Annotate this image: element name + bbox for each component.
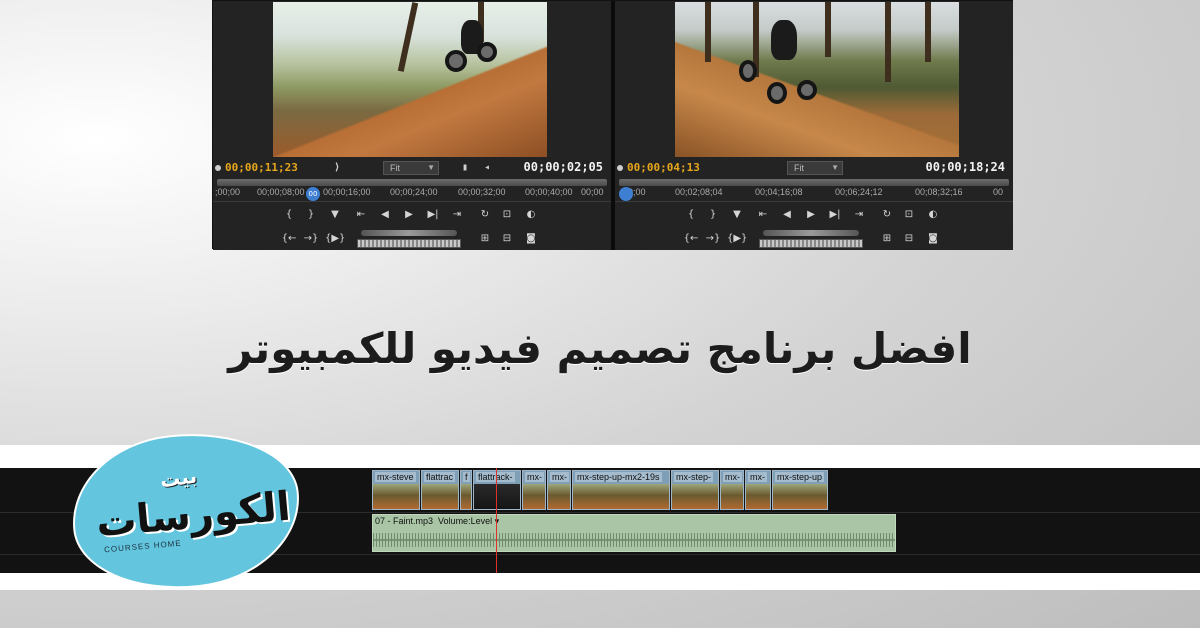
source-zoom-select[interactable]: Fit ▼ — [383, 161, 439, 175]
ruler-tick: 00;00;32;00 — [458, 187, 506, 197]
shuttle-slider[interactable] — [361, 230, 457, 236]
source-settings-icon[interactable]: ⟩ — [331, 161, 343, 174]
program-time-ruler[interactable]: 00;00 00;02;08;04 00;04;16;08 00;06;24;1… — [615, 186, 1013, 202]
jog-disk[interactable] — [357, 239, 461, 248]
source-playhead[interactable]: 00 — [306, 187, 320, 201]
go-to-previous-marker-icon[interactable]: {← — [279, 230, 299, 248]
program-zoom-value: Fit — [794, 163, 804, 173]
chevron-down-icon: ▼ — [831, 163, 839, 172]
camera-icon[interactable]: ◙ — [923, 230, 943, 248]
play-in-to-out-icon[interactable]: {▶} — [325, 230, 345, 248]
extract-icon[interactable]: ⊟ — [899, 230, 919, 248]
mark-out-icon[interactable]: } — [301, 206, 321, 224]
go-to-previous-edit-icon[interactable]: {← — [681, 230, 701, 248]
ruler-tick: ;00;00 — [215, 187, 241, 197]
add-marker-icon[interactable]: ▼ — [325, 206, 345, 224]
source-duration-timecode: 00;00;02;05 — [523, 160, 603, 174]
insert-icon[interactable]: ⊞ — [475, 230, 495, 248]
video-clip[interactable]: mx- — [745, 470, 771, 510]
ruler-tick: 00;00;16;00 — [323, 187, 371, 197]
video-clip[interactable]: mx-step-up — [772, 470, 828, 510]
shuttle-slider[interactable] — [763, 230, 859, 236]
loop-icon[interactable]: ↻ — [475, 206, 495, 224]
add-marker-icon[interactable]: ▼ — [727, 206, 747, 224]
mark-out-icon[interactable]: } — [703, 206, 723, 224]
mark-in-icon[interactable]: { — [681, 206, 701, 224]
source-video-frame — [273, 2, 547, 157]
ruler-tick: 00;04;16;08 — [755, 187, 803, 197]
play-in-to-out-icon[interactable]: {▶} — [727, 230, 747, 248]
go-to-next-marker-icon[interactable]: →} — [301, 230, 321, 248]
program-marker-dot[interactable] — [617, 165, 623, 171]
logo-top-text: بيت — [158, 463, 199, 493]
program-zoom-select[interactable]: Fit ▼ — [787, 161, 843, 175]
ruler-tick: 00;00;40;00 — [525, 187, 573, 197]
mark-in-icon[interactable]: { — [279, 206, 299, 224]
go-to-next-edit-icon[interactable]: →} — [703, 230, 723, 248]
output-icon[interactable]: ◐ — [521, 206, 541, 224]
step-forward-icon[interactable]: ▶| — [423, 206, 443, 224]
ruler-tick: 00;02;08;04 — [675, 187, 723, 197]
go-to-in-icon[interactable]: ⇤ — [753, 206, 773, 224]
video-clip[interactable]: flattrac — [421, 470, 459, 510]
video-clip[interactable]: mx-step- — [671, 470, 719, 510]
go-to-in-icon[interactable]: ⇤ — [351, 206, 371, 224]
source-monitor: 00;00;11;23 ⟩ Fit ▼ ▮ ◂ 00;00;02;05 ;00;… — [213, 1, 611, 250]
audio-clip-label: 07 - Faint.mp3 Volume:Level ▾ — [375, 516, 500, 526]
source-zoom-value: Fit — [390, 163, 400, 173]
loop-icon[interactable]: ↻ — [877, 206, 897, 224]
video-clip[interactable]: mx- — [547, 470, 571, 510]
step-back-icon[interactable]: ◀ — [375, 206, 395, 224]
chevron-down-icon: ▼ — [427, 163, 435, 172]
ruler-tick: 00;00;24;00 — [390, 187, 438, 197]
program-current-timecode[interactable]: 00;00;04;13 — [627, 161, 700, 174]
jog-disk[interactable] — [759, 239, 863, 248]
ruler-tick: 00 — [993, 187, 1004, 197]
timeline-playhead[interactable] — [496, 468, 497, 573]
step-forward-icon[interactable]: ▶| — [825, 206, 845, 224]
source-time-ruler[interactable]: ;00;00 00;00;08;00 00;00;16;00 00;00;24;… — [213, 186, 611, 202]
volume-level-dropdown[interactable]: Volume:Level ▾ — [438, 516, 499, 526]
safe-margins-icon[interactable]: ⊡ — [899, 206, 919, 224]
safe-margins-icon[interactable]: ⊡ — [497, 206, 517, 224]
audio-speaker-icon[interactable]: ◂ — [481, 161, 493, 174]
step-back-icon[interactable]: ◀ — [777, 206, 797, 224]
program-video-frame — [675, 2, 959, 157]
video-clip[interactable]: flattrack- — [473, 470, 521, 510]
program-duration-timecode: 00;00;18;24 — [925, 160, 1005, 174]
video-clip[interactable]: mx- — [720, 470, 744, 510]
ruler-tick: 00;00 — [581, 187, 604, 197]
ruler-tick: 00;00;08;00 — [257, 187, 305, 197]
ruler-tick: 00;06;24;12 — [835, 187, 883, 197]
source-marker-dot[interactable] — [215, 165, 221, 171]
video-clip[interactable]: mx- — [522, 470, 546, 510]
source-transport-controls: { } ▼ ⇤ ◀ ▶ ▶| ⇥ ↻ ⊡ ◐ {← →} {▶} ⊞ ⊟ ◙ — [275, 204, 555, 250]
play-icon[interactable]: ▶ — [399, 206, 419, 224]
page-title: افضل برنامج تصميم فيديو للكمبيوتر — [228, 324, 972, 373]
program-zoom-scrollbar[interactable] — [619, 179, 1009, 186]
audio-waveform — [373, 533, 895, 547]
video-clip[interactable]: mx-step-up-mx2-19s — [572, 470, 670, 510]
ruler-tick: 00;08;32;16 — [915, 187, 963, 197]
program-monitor: 00;00;04;13 Fit ▼ 00;00;18;24 00;00 00;0… — [615, 1, 1013, 250]
video-clip[interactable]: mx-steve — [372, 470, 420, 510]
editor-monitors-panel: 00;00;11;23 ⟩ Fit ▼ ▮ ◂ 00;00;02;05 ;00;… — [212, 0, 1013, 250]
overlay-icon[interactable]: ⊟ — [497, 230, 517, 248]
source-current-timecode[interactable]: 00;00;11;23 — [225, 161, 298, 174]
program-transport-controls: { } ▼ ⇤ ◀ ▶ ▶| ⇥ ↻ ⊡ ◐ {← →} {▶} ⊞ ⊟ ◙ — [677, 204, 957, 250]
play-icon[interactable]: ▶ — [801, 206, 821, 224]
video-clip[interactable]: f — [460, 470, 472, 510]
program-playhead[interactable] — [619, 187, 633, 201]
source-zoom-scrollbar[interactable] — [217, 179, 607, 186]
go-to-out-icon[interactable]: ⇥ — [447, 206, 467, 224]
drag-video-icon[interactable]: ▮ — [459, 161, 471, 174]
go-to-out-icon[interactable]: ⇥ — [849, 206, 869, 224]
camera-icon[interactable]: ◙ — [521, 230, 541, 248]
audio-clip[interactable]: 07 - Faint.mp3 Volume:Level ▾ — [372, 514, 896, 552]
output-icon[interactable]: ◐ — [923, 206, 943, 224]
lift-icon[interactable]: ⊞ — [877, 230, 897, 248]
